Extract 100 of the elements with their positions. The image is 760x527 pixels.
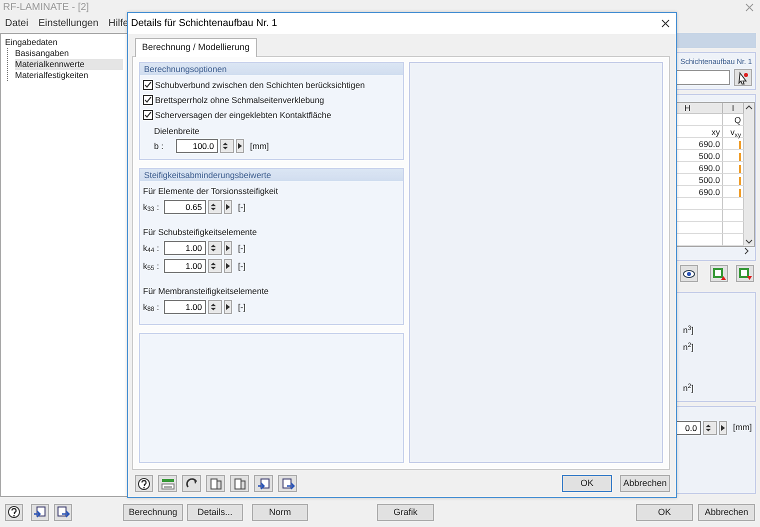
dialog-button[interactable]: OK	[562, 475, 612, 492]
field-label: k$_{33}$ :	[143, 200, 160, 214]
spinner-control[interactable]	[208, 241, 222, 255]
number-field[interactable]: 1.00	[164, 300, 206, 314]
view-button[interactable]	[680, 265, 698, 282]
import-button[interactable]	[254, 475, 273, 492]
section-heading: Für Elemente der Torsionssteifigkeit	[143, 184, 279, 198]
help-icon	[7, 505, 21, 519]
footer-button[interactable]: Abbrechen	[698, 504, 755, 520]
arrow-right-icon	[225, 260, 231, 272]
arrow-button[interactable]	[224, 259, 232, 273]
spinner-control[interactable]	[208, 259, 222, 273]
sheet-icon	[738, 266, 752, 281]
section-heading: Für Schubsteifigkeitselemente	[143, 226, 258, 238]
arrow-button[interactable]	[224, 241, 232, 255]
checkbox-label: Brettsperrholz ohne Schmalseitenverklebung	[155, 94, 324, 106]
arrow-button[interactable]	[236, 139, 244, 153]
cell-marker	[739, 141, 741, 149]
help-icon	[137, 476, 151, 490]
arrow-right-icon	[225, 201, 231, 213]
table-icon	[232, 476, 246, 490]
scrollbar[interactable]	[744, 103, 754, 246]
decimal-icon	[160, 476, 174, 490]
cursor-icon	[736, 70, 750, 85]
dialog-title: Details für Schichtenaufbau Nr. 1	[131, 17, 278, 31]
unit-label: n$^{2}$]	[683, 341, 694, 354]
footer-button[interactable]: OK	[636, 504, 693, 520]
arrow-button[interactable]	[719, 420, 727, 435]
menu-item[interactable]: Hilfe	[108, 16, 128, 31]
import-icon	[256, 476, 270, 490]
export-sheet-button[interactable]	[736, 265, 754, 282]
column-subheader: Q	[734, 115, 741, 126]
cell-marker	[739, 153, 741, 161]
scroll-up-icon[interactable]	[745, 103, 753, 112]
unit-label: [-]	[238, 260, 246, 272]
menu-item[interactable]: Einstellungen	[38, 16, 98, 31]
group-title: Berechnungsoptionen	[140, 62, 403, 74]
import-icon	[33, 505, 47, 519]
field-label: k$_{44}$ :	[143, 242, 160, 254]
field-label: k$_{88}$ :	[143, 300, 160, 314]
number-field[interactable]: 1.00	[164, 259, 206, 273]
table-icon	[208, 476, 222, 490]
dialog-button[interactable]: Abbrechen	[620, 475, 670, 492]
unit-label: xy	[712, 127, 720, 138]
import-button[interactable]	[31, 504, 49, 520]
tree-item[interactable]: Materialkennwerte	[15, 59, 123, 70]
table-cell: 500.0	[698, 175, 720, 186]
unit-label: [mm]	[733, 421, 752, 434]
arrow-right-icon	[225, 242, 231, 254]
number-field[interactable]: 1.00	[164, 241, 206, 255]
pick-button[interactable]	[734, 69, 752, 86]
rotate-icon	[184, 476, 198, 490]
export-icon	[280, 476, 294, 490]
checkbox-label: Schubverbund zwischen den Schichten berücksichtigen	[155, 78, 365, 92]
import-sheet-button[interactable]	[710, 265, 728, 282]
number-field[interactable]: 100.0	[176, 139, 218, 153]
footer-button[interactable]: Details...	[187, 504, 243, 520]
unit-label: [-]	[238, 300, 246, 314]
spinner-control[interactable]	[220, 139, 234, 153]
arrow-right-icon	[237, 140, 243, 152]
footer-button[interactable]: Norm	[252, 504, 308, 520]
checkbox[interactable]	[143, 95, 153, 105]
number-field[interactable]: 0.65	[164, 200, 206, 214]
tab[interactable]: Berechnung / Modellierung	[135, 38, 257, 56]
group-title: Steifigkeitsabminderungsbeiwerte	[140, 168, 403, 180]
export-button[interactable]	[54, 504, 72, 520]
decimal-button[interactable]	[158, 475, 177, 492]
checkbox-label: Scherversagen der eingeklebten Kontaktfläche	[155, 108, 332, 122]
export-button[interactable]	[278, 475, 297, 492]
section-heading: Für Membransteifigkeitselemente	[143, 284, 270, 298]
spinner-control[interactable]	[208, 200, 222, 214]
unit-label: n$^{3}$]	[683, 324, 694, 337]
tree-item[interactable]: Basisangaben	[15, 48, 123, 59]
arrow-button[interactable]	[224, 300, 232, 314]
help-button[interactable]	[5, 504, 23, 520]
unit-label: [-]	[238, 200, 246, 214]
scroll-down-icon[interactable]	[745, 238, 753, 246]
arrow-button[interactable]	[224, 200, 232, 214]
close-icon[interactable]	[661, 19, 670, 28]
spinner-control[interactable]	[703, 420, 717, 435]
menu-item[interactable]: Datei	[5, 16, 28, 31]
table-cell: 500.0	[698, 151, 720, 162]
rotate-button[interactable]	[182, 475, 201, 492]
table-cell: 690.0	[698, 187, 720, 198]
footer-button[interactable]: Berechnung	[123, 504, 183, 520]
spinner-control[interactable]	[208, 300, 222, 314]
cell-marker	[739, 165, 741, 173]
table-cell: 690.0	[698, 163, 720, 174]
tree-item[interactable]: Materialfestigkeiten	[15, 70, 123, 81]
checkbox[interactable]	[143, 110, 153, 120]
help-button[interactable]	[135, 475, 153, 492]
arrow-right-icon	[225, 301, 231, 313]
field-label: b :	[154, 140, 164, 152]
table-cell: 690.0	[698, 139, 720, 150]
tree-item[interactable]: Eingabedaten	[5, 37, 123, 48]
table-button[interactable]	[206, 475, 225, 492]
sheet-icon	[712, 266, 726, 281]
checkbox[interactable]	[143, 80, 153, 90]
footer-button[interactable]: Grafik	[377, 504, 434, 520]
table-button[interactable]	[230, 475, 249, 492]
